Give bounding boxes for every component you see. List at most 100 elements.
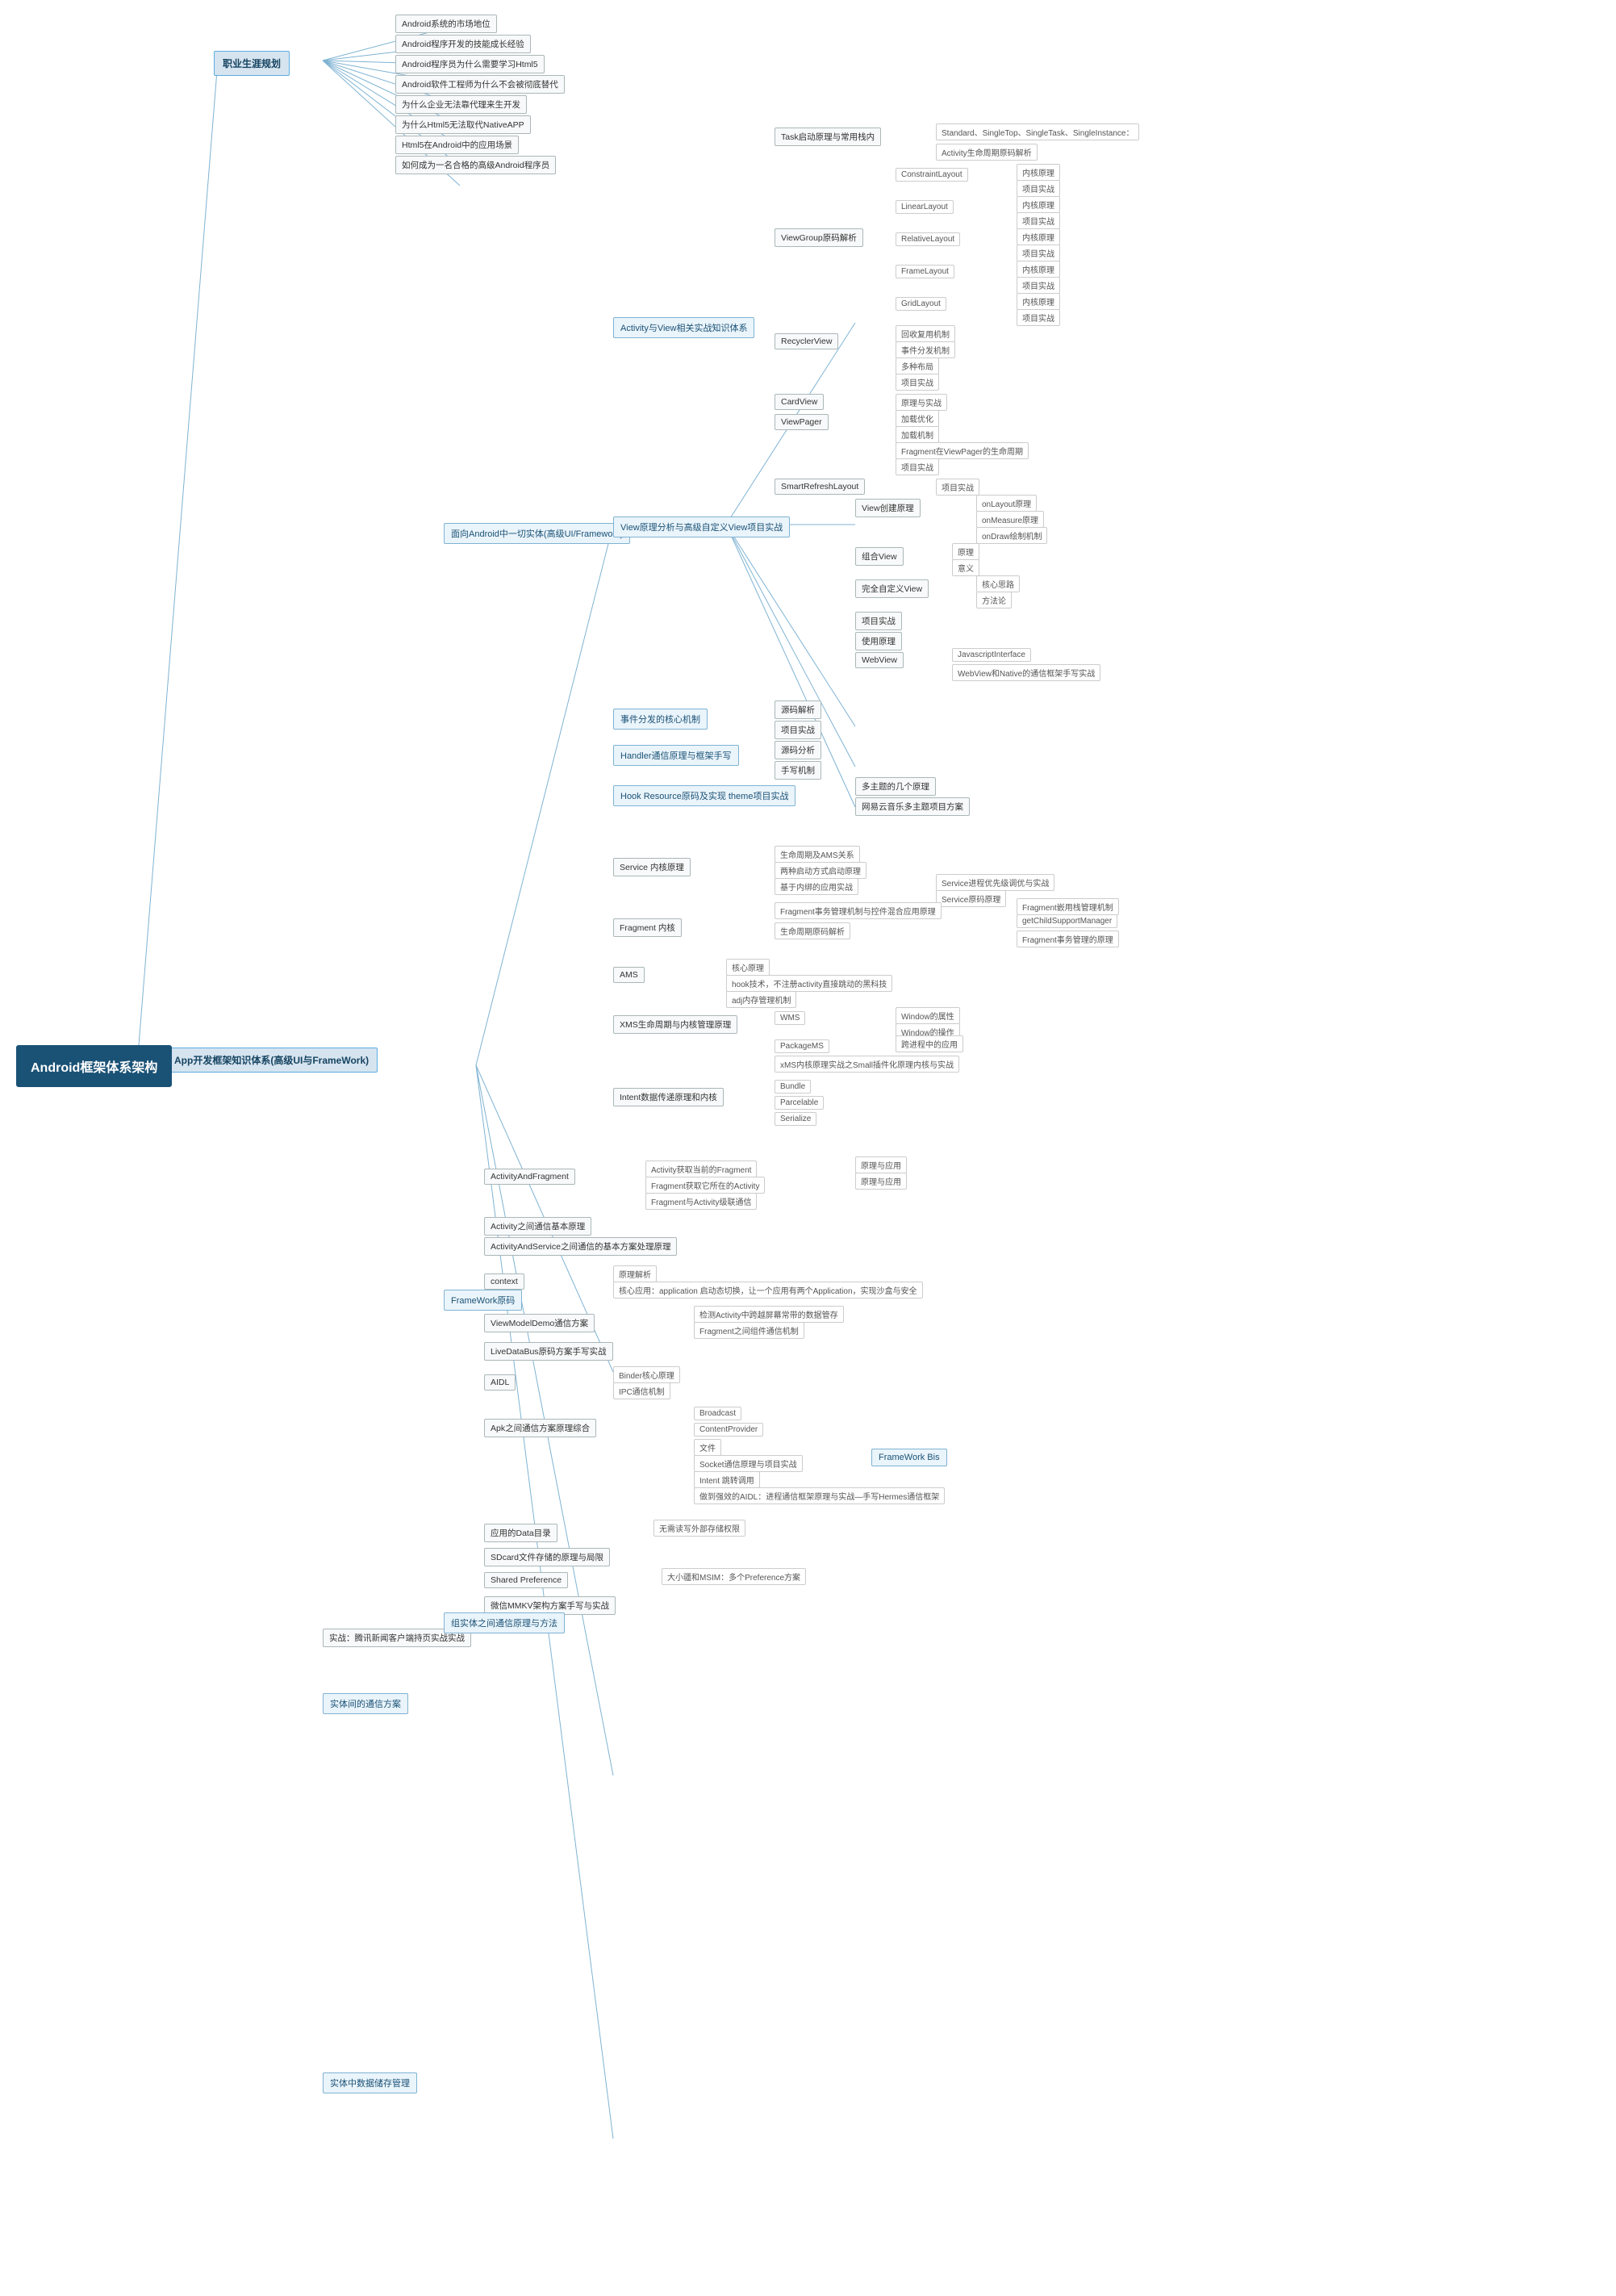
l4-service-modes: 两种启动方式启动原理 xyxy=(775,862,866,879)
l4-af-principle: 原理与应用 xyxy=(855,1156,907,1173)
l3-hook-cloud: 网易云音乐多主题项目方案 xyxy=(855,797,970,816)
l4-cv-meaning: 意义 xyxy=(952,559,979,576)
l2-activity-view: Activity与View相关实战知识体系 xyxy=(613,317,754,338)
l2-handler: Handler通信原理与框架手写 xyxy=(613,745,739,766)
l4-rv-types: 多种布局 xyxy=(896,358,939,374)
l4-webview-native: WebView和Native的通信框架手写实战 xyxy=(952,664,1100,681)
l3-use-principle: 使用原理 xyxy=(855,632,902,650)
l3-custom-view: 完全自定义View xyxy=(855,579,929,598)
l4-fa-principle: 原理与应用 xyxy=(855,1173,907,1190)
l2-comm-plan: 实体间的通信方案 xyxy=(323,1693,408,1714)
l3-livedata: LiveDataBus原码方案手写实战 xyxy=(484,1342,613,1361)
l3-service: Service 内核原理 xyxy=(613,858,691,876)
l1-career: 职业生涯规划 xyxy=(214,51,290,76)
career-item-6: 为什么Html5无法取代NativeAPP xyxy=(395,115,531,134)
career-item-1: Android系统的市场地位 xyxy=(395,15,497,33)
l4-grid-proj: 项目实战 xyxy=(1017,309,1060,326)
l4-task-modes: Standard、SingleTop、SingleTask、SingleInst… xyxy=(936,123,1139,140)
l4-ff-comm: Fragment与Activity级联通信 xyxy=(645,1193,757,1210)
l4-rv-recycle: 回收复用机制 xyxy=(896,325,955,342)
l3-apk-comm: Apk之间通信方案原理综合 xyxy=(484,1419,596,1437)
l2-storage: 实体中数据储存管理 xyxy=(323,2072,417,2093)
l3-ams: AMS xyxy=(613,967,645,983)
l4-grid: GridLayout xyxy=(896,297,946,311)
l2-framework-bis: FrameWork Bis xyxy=(871,1449,947,1466)
l4-vp-proj: 项目实战 xyxy=(896,458,939,475)
l3-context: context xyxy=(484,1273,524,1290)
l3-hook-multi: 多主题的几个原理 xyxy=(855,777,936,796)
l1-appdev: App开发框架知识体系(高级UI与FrameWork) xyxy=(165,1048,378,1073)
l3-app-data: 应用的Data目录 xyxy=(484,1524,557,1542)
career-item-7: Html5在Android中的应用场景 xyxy=(395,136,519,154)
l4-constraint-proj: 项目实战 xyxy=(1017,180,1060,197)
root-node: Android框架体系架构 xyxy=(16,1045,172,1087)
l4-intent-app: Intent 跳转调用 xyxy=(694,1471,760,1488)
l4-service-binder: Service原码原理 xyxy=(936,890,1006,907)
l3-smartrefresh: SmartRefreshLayout xyxy=(775,479,865,495)
l3-view-create: View创建原理 xyxy=(855,499,921,517)
l4-frag-principle: Fragment事务管理的原理 xyxy=(1017,931,1119,947)
l2-highui-framework: 面向Android中一切实体(高级UI/Framework) xyxy=(444,523,630,544)
l4-packagems: PackageMS xyxy=(775,1039,829,1053)
l4-constraint-inner: 内核原理 xyxy=(1017,164,1060,181)
career-item-8: 如何成为一名合格的高级Android程序员 xyxy=(395,156,556,174)
l4-binder: Binder核心原理 xyxy=(613,1366,680,1383)
l4-ams-hook: hook技术，不注册activity直接跳动的黑科技 xyxy=(726,975,892,992)
l4-wms: WMS xyxy=(775,1011,805,1025)
l2-view-analysis: View原理分析与高级自定义View项目实战 xyxy=(613,516,790,537)
l4-broadcast: Broadcast xyxy=(694,1407,741,1420)
l4-ams-core: 核心原理 xyxy=(726,959,770,976)
career-item-2: Android程序开发的技能成长经验 xyxy=(395,35,531,53)
l4-ams-memory: adj内存管理机制 xyxy=(726,991,796,1008)
l3-sharedpref: Shared Preference xyxy=(484,1572,568,1588)
l4-service-app: 基于内绑的应用实战 xyxy=(775,878,858,895)
l4-fa-get: Fragment获取它所在的Activity xyxy=(645,1177,765,1194)
l4-serialize: Serialize xyxy=(775,1112,816,1126)
l4-relative-inner: 内核原理 xyxy=(1017,228,1060,245)
l4-srl-proj: 项目实战 xyxy=(936,479,979,496)
l4-relative-proj: 项目实战 xyxy=(1017,245,1060,261)
l3-event-source: 源码解析 xyxy=(775,701,821,719)
l4-vp-cache: 加载机制 xyxy=(896,426,939,443)
l4-bundle: Bundle xyxy=(775,1080,811,1094)
l4-noroot: 无需读写外部存储权限 xyxy=(653,1520,745,1537)
l2-entity-comm: 组实体之间通信原理与方法 xyxy=(444,1612,565,1633)
l3-viewgroup: ViewGroup原码解析 xyxy=(775,228,863,247)
l4-wms-window: Window的属性 xyxy=(896,1007,960,1024)
l3-sdcard: SDcard文件存储的原理与局限 xyxy=(484,1548,610,1566)
l3-combined-view: 组合View xyxy=(855,547,904,566)
mindmap-container: Android框架体系架构 职业生涯规划 Android系统的市场地位 Andr… xyxy=(0,0,1616,2296)
career-item-4: Android软件工程师为什么不会被彻底替代 xyxy=(395,75,565,94)
l3-task: Task启动原理与常用栈内 xyxy=(775,128,881,146)
l3-xms: XMS生命周期与内核管理原理 xyxy=(613,1015,737,1034)
l4-frame-proj: 项目实战 xyxy=(1017,277,1060,294)
l4-rv-animate: 事件分发机制 xyxy=(896,341,955,358)
l4-parcelable: Parcelable xyxy=(775,1096,824,1110)
l3-event-proj: 项目实战 xyxy=(775,721,821,739)
l4-vm-activity: 检测Activity中跨越屏幕常带的数据管存 xyxy=(694,1306,844,1323)
l4-rv-proj: 项目实战 xyxy=(896,374,939,391)
l4-ondraw: onDraw绘制机制 xyxy=(976,527,1047,544)
l4-ipc: IPC通信机制 xyxy=(613,1382,670,1399)
l4-service-process: Service进程优先级调优与实战 xyxy=(936,874,1054,891)
l4-frag-getChild: getChildSupportManager xyxy=(1017,914,1117,928)
l4-context-core: 核心应用：application 启动态切换，让一个应用有两个Applicati… xyxy=(613,1282,923,1299)
l4-af-get: Activity获取当前的Fragment xyxy=(645,1161,757,1177)
l4-vp-fragment: Fragment在ViewPager的生命周期 xyxy=(896,442,1029,459)
l4-custom-method: 方法论 xyxy=(976,592,1012,609)
l3-webview: WebView xyxy=(855,652,904,668)
l4-onmeasure: onMeasure原理 xyxy=(976,511,1044,528)
l4-linear: LinearLayout xyxy=(896,200,954,214)
l4-grid-inner: 内核原理 xyxy=(1017,293,1060,310)
l4-service-ams: 生命周期及AMS关系 xyxy=(775,846,860,863)
l4-aidl-advance: 做到强效的AIDL：进程通信框架原理与实战—手写Hermes通信框架 xyxy=(694,1487,945,1504)
l4-task-activity: Activity生命周期原码解析 xyxy=(936,144,1038,161)
l3-fragment: Fragment 内核 xyxy=(613,918,682,937)
l2-event-dispatch: 事件分发的核心机制 xyxy=(613,709,708,730)
l4-xms-plugin: xMS内核原理实战之Small插件化原理内核与实战 xyxy=(775,1056,959,1073)
l3-viewmodel: ViewModelDemo通信方案 xyxy=(484,1314,595,1332)
l3-activity-service: ActivityAndService之间通信的基本方案处理原理 xyxy=(484,1237,677,1256)
l2-framework: FrameWork原码 xyxy=(444,1290,522,1311)
career-item-5: 为什么企业无法靠代理来生开发 xyxy=(395,95,527,114)
l3-activity-comm: Activity之间通信基本原理 xyxy=(484,1217,591,1236)
